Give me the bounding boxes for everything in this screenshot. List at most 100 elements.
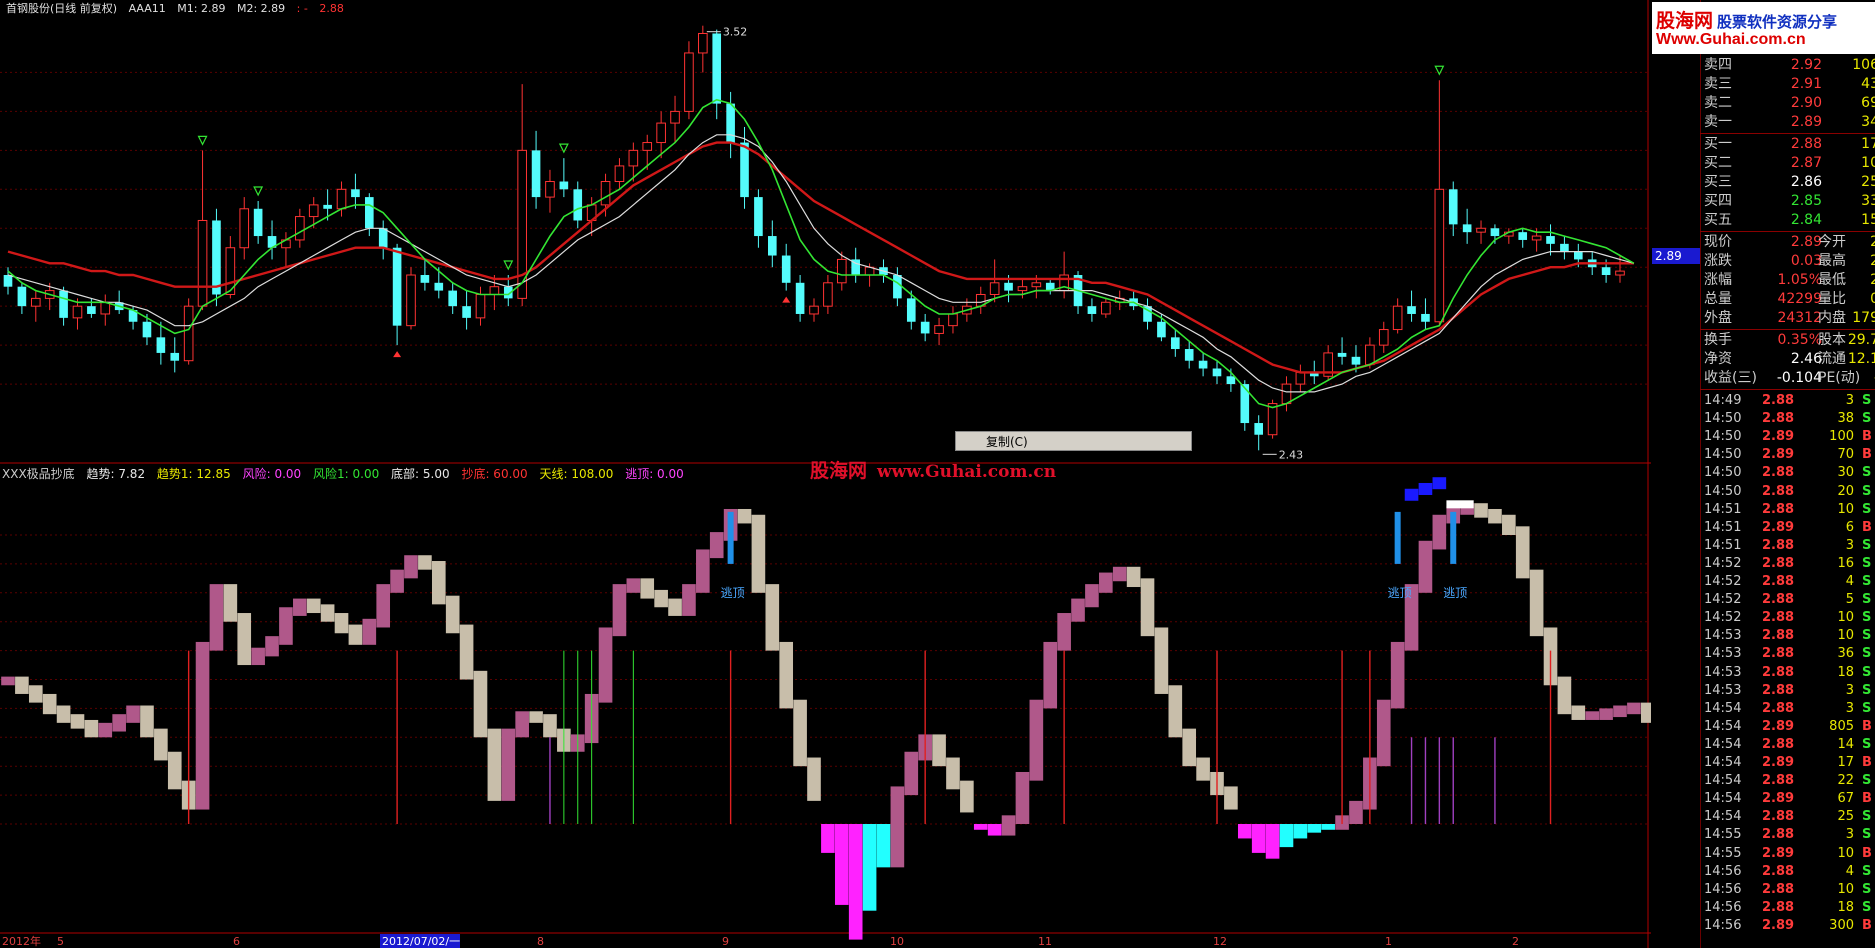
ask-row-cell: 卖一 bbox=[1704, 114, 1732, 130]
indicator-bar bbox=[668, 598, 682, 616]
trade-cell: 70 bbox=[1837, 447, 1854, 463]
buy-arrow-icon bbox=[558, 143, 569, 154]
candle-body bbox=[1254, 423, 1263, 435]
stat-row-cell: 12.1 bbox=[1847, 351, 1875, 367]
indicator-bar bbox=[1502, 514, 1516, 535]
ask-row-cell: 卖三 bbox=[1704, 76, 1732, 92]
indicator-bar bbox=[112, 714, 126, 732]
stat-row-cell: - bbox=[1838, 369, 1875, 387]
indicator-bar bbox=[265, 636, 279, 657]
candle-body bbox=[573, 189, 583, 221]
bid-row-cell: 2.87 bbox=[1790, 155, 1822, 171]
candle-body bbox=[1434, 188, 1445, 323]
candle-body bbox=[170, 352, 180, 361]
indicator-bar bbox=[1224, 786, 1238, 810]
trade-cell: S bbox=[1862, 393, 1872, 408]
trade-cell: 2.88 bbox=[1762, 610, 1795, 626]
trade-cell: 2.89 bbox=[1762, 791, 1795, 807]
escape-top-label: 逃顶 bbox=[721, 586, 745, 600]
context-menu-copy[interactable]: 复制(C) bbox=[955, 431, 1192, 451]
stat-row-cell: 2 bbox=[1870, 272, 1875, 288]
candle-body bbox=[475, 293, 486, 319]
candle-body bbox=[1240, 384, 1250, 424]
time-axis-label: 8 bbox=[537, 935, 544, 948]
indicator-bar bbox=[1571, 705, 1586, 720]
ask-row-cell: 34 bbox=[1861, 114, 1875, 130]
trade-cell: S bbox=[1862, 537, 1872, 553]
candle-body bbox=[1351, 356, 1361, 365]
candle-body bbox=[545, 181, 555, 198]
trade-cell: 36 bbox=[1837, 646, 1854, 662]
bid-row-cell: 买四 bbox=[1704, 193, 1732, 209]
indicator-bottom-bar bbox=[876, 824, 891, 868]
trade-cell: 14:54 bbox=[1704, 736, 1742, 752]
ask-row-cell: 卖二 bbox=[1704, 95, 1732, 111]
trade-cell: 2.88 bbox=[1762, 736, 1795, 752]
trade-cell: S bbox=[1862, 827, 1872, 843]
trade-cell: 18 bbox=[1837, 664, 1854, 680]
indicator-bar bbox=[126, 705, 140, 723]
candle-body bbox=[1407, 306, 1416, 314]
trade-cell: 2.88 bbox=[1762, 501, 1795, 517]
indicator-bar bbox=[793, 699, 807, 767]
candle-body bbox=[434, 282, 444, 291]
indicator-bar bbox=[251, 647, 265, 666]
ask-row-cell: 2.90 bbox=[1790, 95, 1822, 111]
sell-arrow-icon bbox=[393, 351, 402, 358]
stat-row-cell: 涨跌 bbox=[1704, 253, 1732, 269]
candle-body bbox=[656, 122, 666, 144]
trade-cell: 14:55 bbox=[1704, 845, 1742, 861]
indicator-bar bbox=[140, 705, 154, 738]
candle-body bbox=[1157, 321, 1166, 338]
candle-body bbox=[59, 290, 68, 318]
indicator-bar bbox=[529, 711, 543, 723]
indicator-bar bbox=[404, 555, 418, 579]
candle-body bbox=[489, 286, 500, 295]
candle-body bbox=[365, 197, 374, 229]
trade-cell: 22 bbox=[1837, 773, 1854, 789]
trade-cell: 6 bbox=[1845, 519, 1854, 535]
indicator-bar bbox=[1126, 566, 1141, 588]
candle-body bbox=[1198, 360, 1208, 369]
indicator-bar bbox=[1029, 699, 1044, 781]
trade-cell: 2.88 bbox=[1762, 574, 1795, 589]
candle-body bbox=[1421, 313, 1430, 322]
trade-cell: 2.88 bbox=[1762, 899, 1795, 915]
trade-cell: 2.89 bbox=[1762, 755, 1795, 770]
indicator-bar bbox=[348, 624, 363, 645]
candle-body bbox=[392, 247, 402, 326]
candle-body bbox=[1392, 305, 1403, 331]
trade-cell: 14:56 bbox=[1704, 917, 1742, 933]
escape-top-label: 逃顶 bbox=[1443, 586, 1467, 600]
candle-body bbox=[156, 337, 166, 353]
candle-body bbox=[740, 142, 749, 198]
trade-cell: 2.89 bbox=[1762, 519, 1795, 535]
indicator-bar bbox=[1085, 584, 1099, 608]
indicator-bar bbox=[709, 532, 724, 559]
indicator-name[interactable]: XXX极品抄底 bbox=[2, 467, 75, 481]
trade-cell: 2.88 bbox=[1762, 628, 1795, 644]
tianxian-block bbox=[1432, 477, 1447, 490]
trade-cell: 2.88 bbox=[1762, 411, 1795, 427]
indicator-bar bbox=[1001, 815, 1016, 836]
candle-body bbox=[628, 149, 639, 167]
ma-long-line bbox=[7, 141, 1634, 374]
bid-row-cell: 2.84 bbox=[1790, 212, 1822, 228]
trade-cell: 14:54 bbox=[1704, 791, 1742, 807]
candle-body bbox=[1295, 371, 1306, 385]
trade-cell: B bbox=[1862, 755, 1872, 770]
trade-cell: 5 bbox=[1845, 592, 1854, 608]
trade-cell: 805 bbox=[1829, 718, 1854, 734]
candle-body bbox=[670, 110, 680, 124]
indicator-bar bbox=[167, 751, 182, 790]
candle-body bbox=[1017, 286, 1028, 292]
indicator-bar bbox=[1, 676, 15, 686]
stat-row-cell: 2 bbox=[1870, 234, 1875, 250]
candle-body bbox=[462, 306, 471, 318]
stat-row-cell: 2.89 bbox=[1790, 234, 1822, 250]
candle-body bbox=[1226, 376, 1236, 385]
indicator-bar bbox=[195, 641, 210, 810]
ma-m3: : - bbox=[296, 2, 308, 15]
trade-cell: 14:53 bbox=[1704, 682, 1742, 698]
indicator-trend1: 趋势1: 12.85 bbox=[156, 467, 231, 481]
